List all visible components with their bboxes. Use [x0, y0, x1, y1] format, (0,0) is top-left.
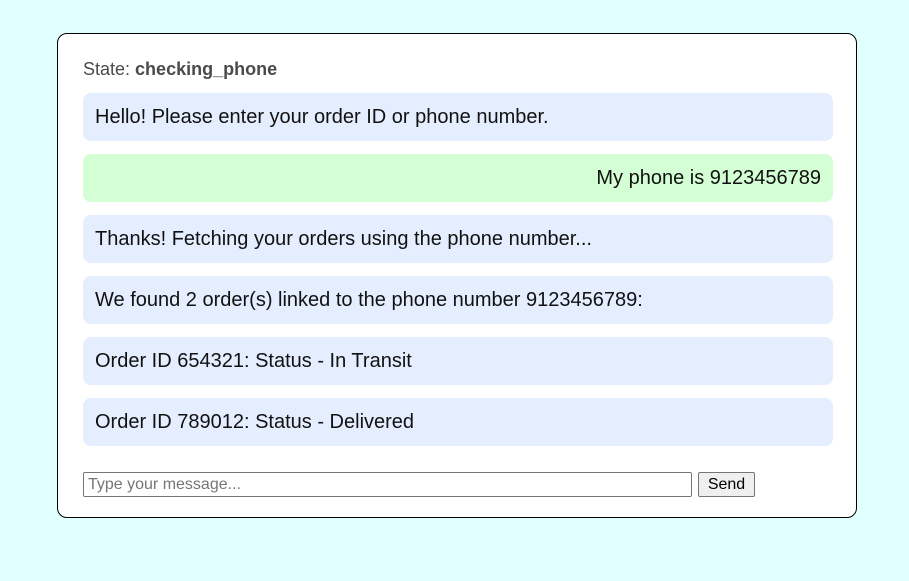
bot-message: Order ID 654321: Status - In Transit	[83, 337, 833, 385]
state-label: State:	[83, 59, 131, 79]
user-message: My phone is 9123456789	[83, 154, 833, 202]
chat-window: State: checking_phone Hello! Please ente…	[57, 33, 857, 518]
bot-message: Hello! Please enter your order ID or pho…	[83, 93, 833, 141]
bot-message: We found 2 order(s) linked to the phone …	[83, 276, 833, 324]
message-list: Hello! Please enter your order ID or pho…	[83, 93, 833, 459]
message-input[interactable]	[83, 472, 692, 497]
bot-message: Thanks! Fetching your orders using the p…	[83, 215, 833, 263]
composer: Send	[83, 472, 831, 497]
bot-message: Order ID 789012: Status - Delivered	[83, 398, 833, 446]
send-button[interactable]: Send	[698, 472, 755, 497]
state-value: checking_phone	[135, 59, 278, 79]
state-indicator: State: checking_phone	[83, 59, 831, 80]
